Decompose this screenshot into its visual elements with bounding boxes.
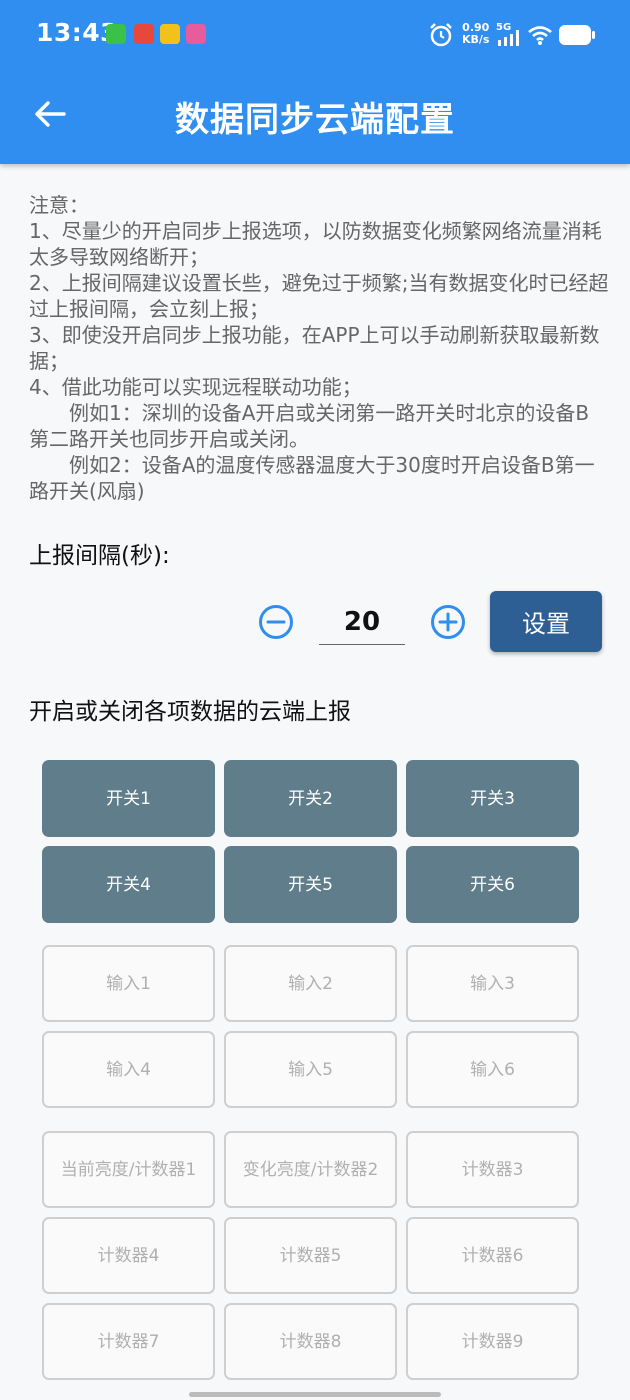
- battery-icon: [559, 25, 595, 45]
- network-speed: 0.90 KB/s: [462, 22, 489, 46]
- toggle-switch-1[interactable]: 开关1: [42, 760, 215, 837]
- notes-heading: 注意：: [29, 193, 89, 217]
- toolbar: 数据同步云端配置: [0, 70, 630, 164]
- switch-grid: 开关1 开关2 开关3 开关4 开关5 开关6: [42, 760, 582, 924]
- toggle-counter-9[interactable]: 计数器9: [406, 1303, 579, 1380]
- toggle-input-5[interactable]: 输入5: [224, 1031, 397, 1108]
- wifi-icon: [528, 26, 552, 45]
- decrement-icon[interactable]: [258, 604, 294, 640]
- toggle-counter-8[interactable]: 计数器8: [224, 1303, 397, 1380]
- toggle-input-1[interactable]: 输入1: [42, 945, 215, 1022]
- toggle-switch-5[interactable]: 开关5: [224, 846, 397, 923]
- speed-unit: KB/s: [462, 33, 490, 46]
- section-title: 开启或关闭各项数据的云端上报: [29, 699, 351, 725]
- notification-icon-1: [106, 24, 126, 44]
- status-bar: 13:43 0.90 KB/s 5G: [0, 0, 630, 70]
- signal-icon: [498, 30, 519, 46]
- note-item-1: 1、尽量少的开启同步上报选项，以防数据变化频繁网络流量消耗太多导致网络断开；: [29, 219, 602, 269]
- home-indicator[interactable]: [189, 1392, 441, 1397]
- toggle-counter-1[interactable]: 当前亮度/计数器1: [42, 1131, 215, 1208]
- notification-icon-3: [160, 24, 180, 44]
- note-example-1: 例如1：深圳的设备A开启或关闭第一路开关时北京的设备B第二路开关也同步开启或关闭…: [29, 401, 590, 451]
- notification-icon-2: [134, 24, 154, 44]
- toggle-input-4[interactable]: 输入4: [42, 1031, 215, 1108]
- toggle-switch-3[interactable]: 开关3: [406, 760, 579, 837]
- increment-icon[interactable]: [430, 604, 466, 640]
- toggle-counter-4[interactable]: 计数器4: [42, 1217, 215, 1294]
- toggle-counter-5[interactable]: 计数器5: [224, 1217, 397, 1294]
- toggle-switch-6[interactable]: 开关6: [406, 846, 579, 923]
- toggle-input-3[interactable]: 输入3: [406, 945, 579, 1022]
- note-item-4: 4、借此功能可以实现远程联动功能；: [29, 375, 362, 399]
- toggle-switch-4[interactable]: 开关4: [42, 846, 215, 923]
- toggle-switch-2[interactable]: 开关2: [224, 760, 397, 837]
- toggle-input-2[interactable]: 输入2: [224, 945, 397, 1022]
- toggle-input-6[interactable]: 输入6: [406, 1031, 579, 1108]
- toggle-counter-3[interactable]: 计数器3: [406, 1131, 579, 1208]
- input-grid: 输入1 输入2 输入3 输入4 输入5 输入6: [42, 945, 582, 1109]
- notes-block: 注意： 1、尽量少的开启同步上报选项，以防数据变化频繁网络流量消耗太多导致网络断…: [29, 192, 609, 504]
- toggle-counter-6[interactable]: 计数器6: [406, 1217, 579, 1294]
- page-title: 数据同步云端配置: [175, 100, 455, 140]
- toggle-counter-7[interactable]: 计数器7: [42, 1303, 215, 1380]
- notification-icon-4: [186, 24, 206, 44]
- note-example-2: 例如2：设备A的温度传感器温度大于30度时开启设备B第一路开关(风扇): [29, 453, 595, 503]
- counter-grid: 当前亮度/计数器1 变化亮度/计数器2 计数器3 计数器4 计数器5 计数器6 …: [42, 1131, 582, 1400]
- alarm-icon: [430, 23, 452, 47]
- toggle-counter-2[interactable]: 变化亮度/计数器2: [224, 1131, 397, 1208]
- note-item-3: 3、即使没开启同步上报功能，在APP上可以手动刷新获取最新数据；: [29, 323, 600, 373]
- interval-label: 上报间隔(秒):: [29, 543, 170, 569]
- app-bar: 13:43 0.90 KB/s 5G 数据同步云端配置: [0, 0, 630, 164]
- interval-input[interactable]: [319, 600, 405, 645]
- set-button[interactable]: 设置: [490, 591, 602, 652]
- note-item-2: 2、上报间隔建议设置长些，避免过于频繁;当有数据变化时已经超过上报间隔，会立刻上…: [29, 271, 609, 321]
